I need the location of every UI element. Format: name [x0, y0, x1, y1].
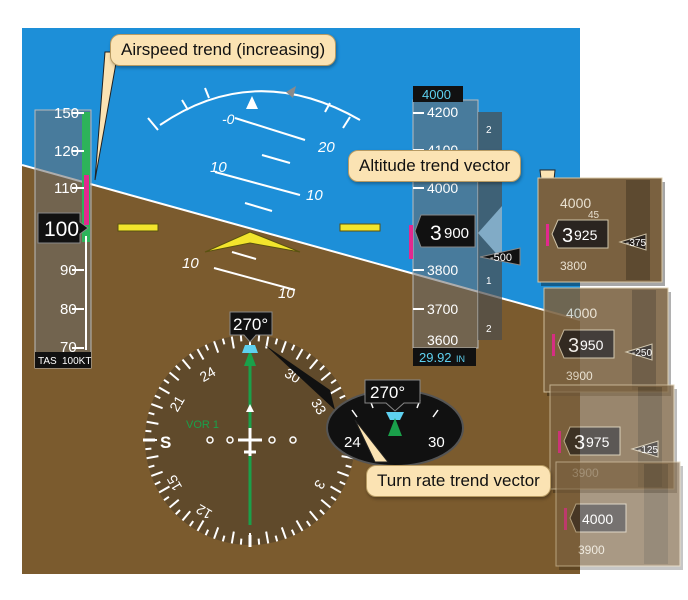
inset-heading: 270°	[370, 383, 405, 402]
compass-tick	[239, 538, 243, 545]
frame-readout-small: 4000	[582, 511, 613, 527]
compass-tick	[239, 335, 243, 342]
frame-readout-big: 3	[574, 432, 585, 454]
primary-flight-display-diagram: -0 20 10 10 10 10 150 120 110 90 80 70 1…	[22, 28, 683, 574]
pitch-label: 20	[317, 139, 335, 156]
selected-altitude: 4000	[422, 87, 451, 102]
frame-vsi-readout: -250	[632, 348, 652, 359]
pitch-label: 10	[210, 159, 227, 176]
heading-readout: 270°	[233, 315, 268, 334]
airspeed-tick-label: 110	[54, 180, 78, 197]
altitude-trend-vector	[409, 225, 413, 259]
vsi-label: 1	[486, 276, 492, 287]
altitude-tick-label: 3800	[427, 262, 458, 278]
airspeed-readout: 100	[44, 218, 79, 241]
frame-below-altitude: 3800	[560, 259, 587, 273]
frame-readout-small: 925	[574, 227, 598, 243]
compass-tick	[257, 335, 261, 342]
altitude-tick-label: 3600	[427, 332, 458, 348]
frame-trend-vector	[558, 431, 561, 453]
wing-bar-right	[339, 223, 381, 232]
frame-below-altitude: 3900	[566, 369, 593, 383]
nav-source: VOR 1	[186, 419, 219, 431]
airspeed-tick-label: 150	[54, 105, 79, 122]
altitude-frame: 4000 3 925 -375 3800 45	[537, 177, 665, 286]
airspeed-trend-vector	[84, 175, 89, 225]
wing-bar-left	[117, 223, 159, 232]
altitude-tick-label: 4200	[427, 104, 458, 120]
frame-trend-vector	[552, 334, 555, 356]
frame-readout-small: 975	[586, 434, 610, 450]
callout-altitude-trend: Altitude trend vector	[348, 150, 522, 182]
altitude-frame: 4000 3900	[555, 461, 683, 570]
inset-label: 30	[428, 434, 445, 451]
frame-readout-big: 3	[562, 225, 573, 247]
frame-readout-big: 3	[568, 335, 579, 357]
frame-below-altitude: 3900	[578, 543, 605, 557]
frame-vsi-readout: -375	[626, 238, 646, 249]
frame-trend-vector	[546, 224, 549, 246]
frame-tick-label: 45	[588, 210, 600, 221]
airspeed-tick-label: 80	[60, 301, 77, 318]
pitch-label: 10	[278, 285, 295, 302]
vsi-label: 2	[486, 125, 492, 136]
vsi-readout: -500	[490, 252, 512, 264]
baro-setting: 29.92	[419, 350, 452, 365]
compass-tick	[145, 429, 152, 433]
airspeed-tick-label: 120	[54, 143, 79, 160]
airspeed-tick-label: 90	[60, 262, 77, 279]
frame-ref-altitude: 4000	[560, 195, 591, 211]
altitude-tick-label: 4000	[427, 180, 458, 196]
pitch-label-20l: -0	[222, 111, 235, 127]
altitude-readout-small: 900	[444, 225, 469, 242]
tas-value: 100KT	[62, 356, 91, 367]
frame-ref-altitude: 4000	[566, 305, 597, 321]
frame-trend-vector	[564, 508, 567, 530]
pitch-label: 10	[182, 255, 199, 272]
airspeed-tape: 150 120 110 90 80 70 100 TAS 100KT	[34, 105, 92, 369]
inset-label: 24	[344, 434, 361, 451]
tas-label: TAS	[38, 356, 57, 367]
altitude-frame: 4000 3 950 -250 3900	[543, 287, 671, 396]
compass-tick	[145, 447, 152, 451]
callout-turn-rate-trend: Turn rate trend vector	[366, 465, 551, 497]
compass-tick	[257, 538, 261, 545]
altitude-tick-label: 3700	[427, 301, 458, 317]
altitude-trend-frames: 40003 925-37538004540003 950-25039003 975-1…	[537, 177, 683, 570]
baro-unit: IN	[456, 354, 465, 364]
altitude-readout-big: 3	[430, 222, 442, 245]
callout-airspeed-trend: Airspeed trend (increasing)	[110, 34, 337, 66]
compass-label: S	[160, 433, 171, 452]
frame-readout-small: 950	[580, 337, 604, 353]
pitch-label: 10	[306, 187, 323, 204]
vsi-label: 2	[486, 324, 492, 335]
frame-vsi-readout: -125	[638, 445, 658, 456]
